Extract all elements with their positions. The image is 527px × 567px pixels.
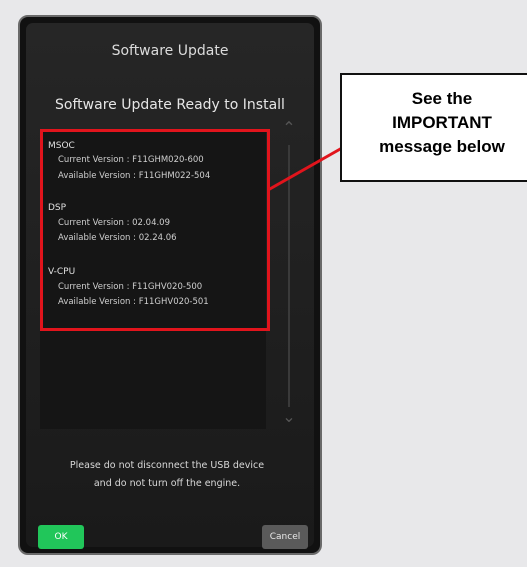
callout-text: See the IMPORTANT message below (342, 87, 527, 159)
scroll-up-chevron-icon[interactable]: ⌃ (279, 120, 299, 136)
scrollbar-track[interactable] (288, 145, 290, 407)
head-unit-screen: Software Update Software Update Ready to… (18, 15, 322, 555)
scroll-down-chevron-icon[interactable]: ⌄ (279, 409, 299, 425)
callout-line-3: message below (379, 137, 505, 156)
notice-text: Please do not disconnect the USB device … (40, 457, 294, 493)
cancel-button[interactable]: Cancel (262, 525, 308, 549)
dialog-subtitle: Software Update Ready to Install (55, 97, 285, 113)
notice-line-2: and do not turn off the engine. (93, 478, 241, 489)
notice-line-1: Please do not disconnect the USB device (69, 460, 265, 471)
software-update-dialog: Software Update Software Update Ready to… (26, 23, 314, 549)
dialog-title: Software Update (111, 43, 229, 59)
callout-line-2: IMPORTANT (392, 113, 492, 132)
version-highlight-box (40, 129, 270, 331)
callout-line-1: See the (411, 89, 473, 108)
important-callout-box: See the IMPORTANT message below (340, 73, 527, 182)
ok-button[interactable]: OK (38, 525, 84, 549)
